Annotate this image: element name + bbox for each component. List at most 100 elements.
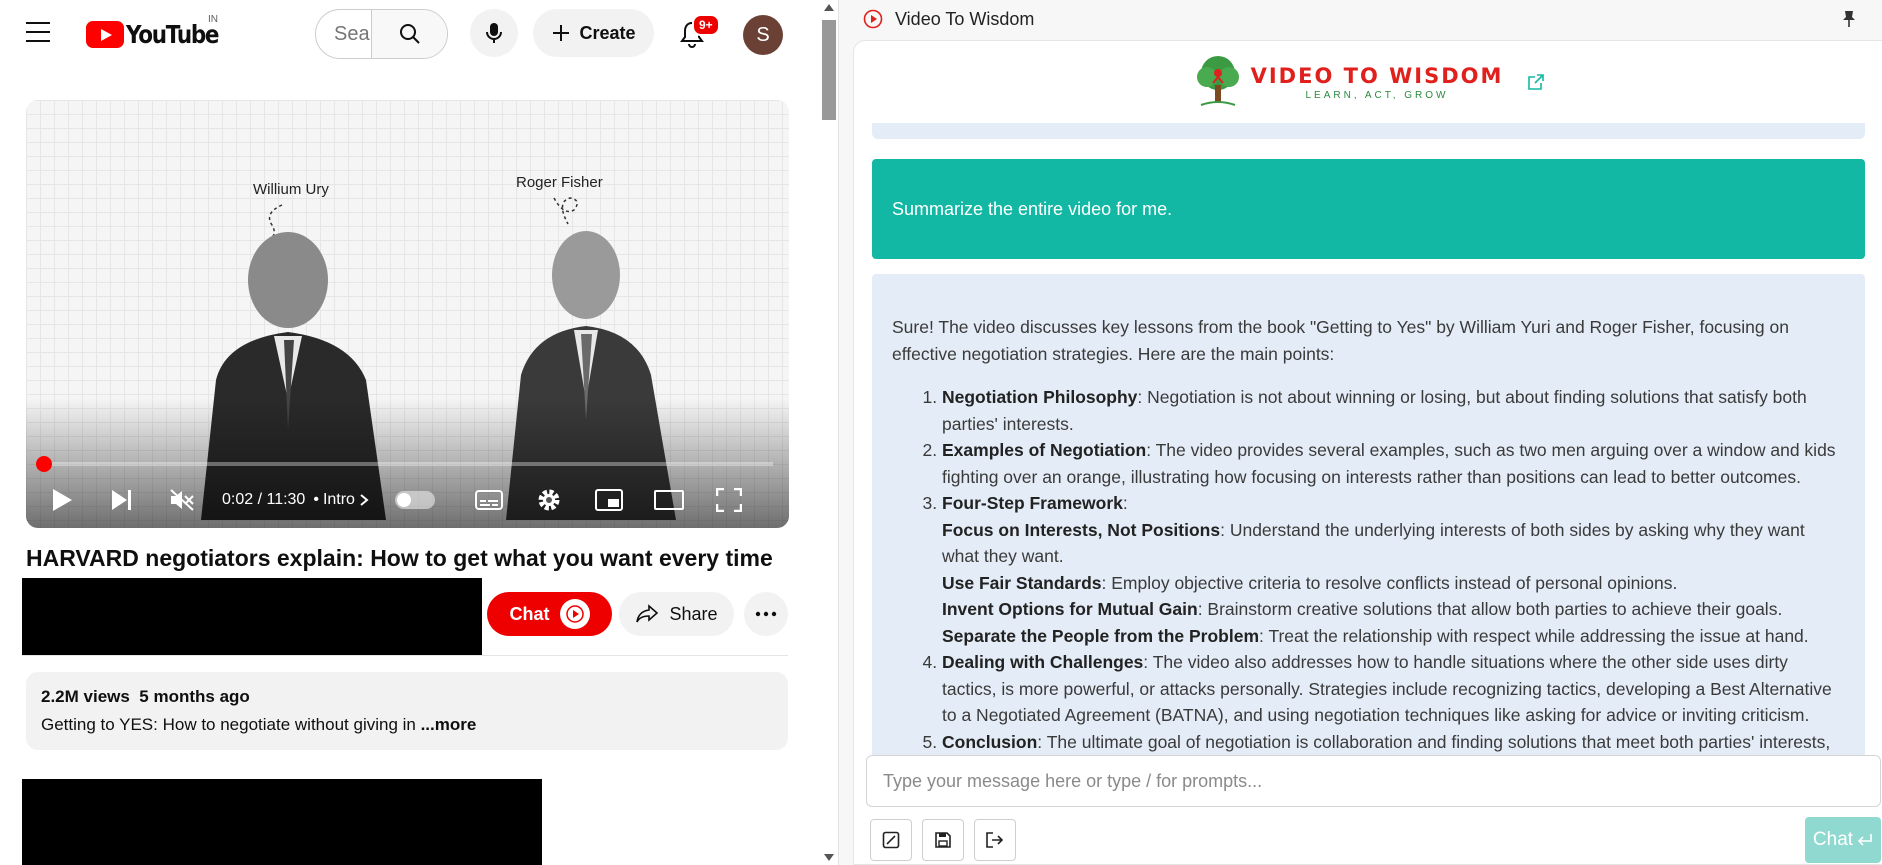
share-icon [636,604,659,623]
description-box[interactable]: 2.2M views 5 months ago Getting to YES: … [26,672,788,750]
search-icon [399,24,420,44]
fullscreen-icon [715,488,742,512]
youtube-wordmark: YouTube [126,20,220,49]
enter-icon [1857,834,1872,846]
framework-step-text: : Brainstorm creative solutions that all… [1197,599,1783,619]
new-chat-button[interactable] [870,819,912,861]
autoplay-toggle[interactable] [394,491,435,509]
share-button[interactable]: Share [619,592,734,636]
subtitles-button[interactable] [469,480,509,520]
mute-button[interactable] [162,480,202,520]
player-controls: 0:02 / 11:30 • Intro [26,472,789,528]
chevron-right-icon [360,494,369,506]
description-meta: 2.2M views 5 months ago [41,687,773,707]
scroll-up-arrow-icon[interactable] [824,4,834,11]
plus-icon [553,25,570,41]
scroll-down-arrow-icon[interactable] [824,854,834,861]
chapter-button[interactable]: • Intro [313,491,369,509]
upload-age: 5 months ago [139,687,250,706]
framework-step: Focus on Interests, Not Positions: Under… [942,517,1845,570]
video-title: HARVARD negotiators explain: How to get … [26,545,773,571]
page-scrollbar[interactable] [820,0,838,865]
video-player[interactable]: Willium Ury Roger Fisher 0:02 / 11:30 • … [26,100,789,528]
volume-muted-icon [170,489,194,511]
progress-bar[interactable] [36,456,773,472]
chapter-label: Intro [322,491,355,508]
show-more-link[interactable]: ...more [421,715,477,734]
summary-point: Dealing with Challenges: The video also … [942,649,1845,729]
voice-search-button[interactable] [470,9,518,57]
settings-button[interactable] [529,480,569,520]
assistant-message: Sure! The video discusses key lessons fr… [872,274,1865,794]
create-button[interactable]: Create [533,9,654,57]
pin-icon[interactable] [1841,10,1857,28]
send-label: Chat [1812,829,1854,850]
send-button[interactable]: Chat [1805,817,1881,863]
framework-step-title: Use Fair Standards [942,572,1102,593]
search-button[interactable] [371,10,447,58]
summary-point-title: Dealing with Challenges [942,652,1144,672]
miniplayer-button[interactable] [589,480,629,520]
play-icon [53,489,72,511]
logout-icon [986,832,1004,848]
share-label: Share [669,603,718,624]
chat-panel: VIDEO TO WISDOM LEARN, ACT, GROW Summari… [853,40,1882,865]
panel-titlebar: Video To Wisdom [839,0,1882,38]
app-logo-icon [863,9,883,29]
more-actions-button[interactable] [744,592,788,636]
skip-next-icon [112,490,131,510]
summary-point-text: : [1122,493,1128,513]
youtube-play-logo-icon [86,21,124,48]
play-button[interactable] [42,480,82,520]
framework-step: Invent Options for Mutual Gain: Brainsto… [942,596,1845,623]
framework-step-title: Separate the People from the Problem [942,625,1260,646]
description-snippet: Getting to YES: How to negotiate without… [41,715,421,734]
youtube-page: YouTube IN Create 9+ S Willium Ury Roger… [0,0,822,865]
external-link-icon[interactable] [1527,73,1545,91]
youtube-logo[interactable]: YouTube IN [86,14,233,49]
summary-point: Four-Step Framework: Focus on Interests,… [942,490,1845,649]
fullscreen-button[interactable] [709,480,749,520]
composer: Chat [866,755,1882,864]
brand-header: VIDEO TO WISDOM LEARN, ACT, GROW [854,41,1882,123]
brand-name: VIDEO TO WISDOM [1250,63,1504,88]
panel-title: Video To Wisdom [895,8,1035,29]
avatar[interactable]: S [743,15,783,55]
summary-point-text: : The ultimate goal of negotiation is co… [1037,731,1831,752]
redacted-channel-area [22,578,482,656]
framework-step-title: Invent Options for Mutual Gain [942,599,1198,619]
assistant-intro: Sure! The video discusses key lessons fr… [892,317,1789,364]
summary-point-title: Examples of Negotiation [942,440,1147,460]
progress-scrubber[interactable] [36,456,53,472]
user-message-text: Summarize the entire video for me. [892,198,1173,219]
logout-button[interactable] [974,819,1016,861]
summary-list: Negotiation Philosophy: Negotiation is n… [892,384,1845,755]
scrollbar-thumb[interactable] [822,20,836,120]
save-button[interactable] [922,819,964,861]
chat-button[interactable]: Chat [487,592,612,636]
framework-step-text: : Treat the relationship with respect wh… [1259,625,1809,646]
framework-step: Use Fair Standards: Employ objective cri… [942,570,1845,597]
search-input[interactable] [316,10,371,58]
notification-count-badge: 9+ [692,14,720,36]
user-message: Summarize the entire video for me. [872,159,1865,259]
edit-icon [882,831,900,849]
brand-text: VIDEO TO WISDOM LEARN, ACT, GROW [1251,64,1504,101]
next-button[interactable] [102,480,142,520]
message-input[interactable] [866,755,1881,807]
save-icon [935,832,951,848]
summary-point-title: Conclusion [942,731,1038,752]
previous-message-edge [872,123,1865,139]
divider [22,655,788,656]
menu-icon[interactable] [26,22,50,42]
create-label: Create [579,22,636,43]
view-count: 2.2M views [41,687,130,706]
gear-icon [538,489,560,511]
more-horizontal-icon [755,611,777,617]
summary-point-title: Four-Step Framework [942,493,1123,513]
microphone-icon [486,23,502,43]
framework-step-text: : Employ objective criteria to resolve c… [1101,572,1678,593]
time-display: 0:02 / 11:30 [222,491,306,508]
search-box [315,9,448,59]
theater-mode-button[interactable] [649,480,689,520]
